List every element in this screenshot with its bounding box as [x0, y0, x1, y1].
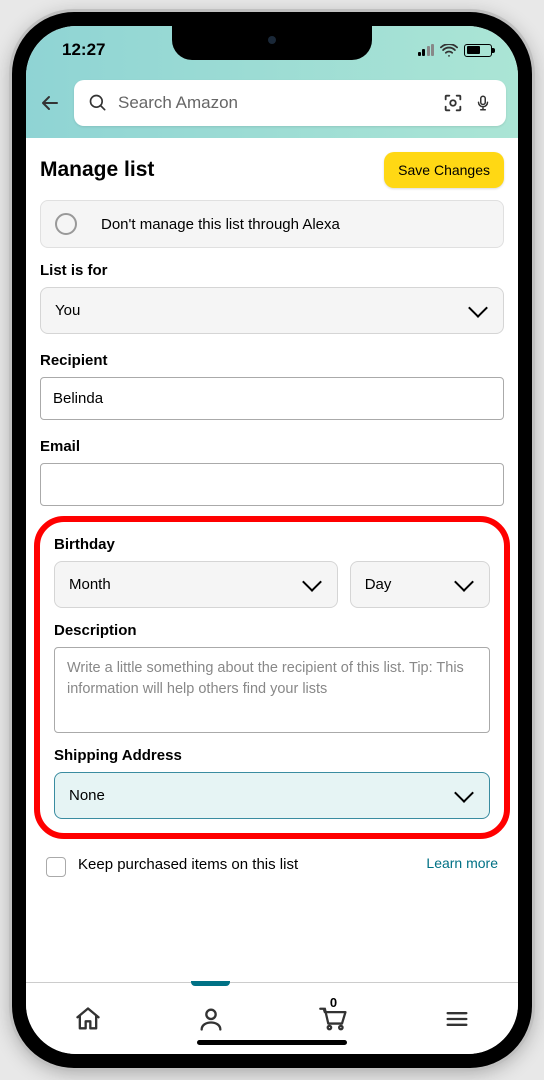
recipient-label: Recipient: [40, 352, 504, 369]
recipient-input[interactable]: [40, 377, 504, 420]
shipping-address-value: None: [69, 787, 105, 804]
birthday-day-value: Day: [365, 576, 392, 593]
back-icon[interactable]: [38, 91, 62, 115]
radio-unchecked-icon[interactable]: [55, 213, 77, 235]
battery-icon: [464, 44, 492, 57]
nav-menu[interactable]: [395, 983, 518, 1054]
screen: 12:27 Search Amazon Manage list Save Cha…: [26, 26, 518, 1054]
description-textarea[interactable]: Write a little something about the recip…: [54, 647, 490, 733]
list-for-value: You: [55, 302, 80, 319]
keep-purchased-row: Keep purchased items on this list Learn …: [26, 847, 518, 877]
user-icon: [197, 1005, 225, 1033]
alexa-option-label: Don't manage this list through Alexa: [101, 216, 340, 233]
hamburger-menu-icon: [443, 1005, 471, 1033]
status-indicators: [418, 44, 493, 57]
email-input[interactable]: [40, 463, 504, 506]
cart-count-badge: 0: [330, 995, 337, 1010]
list-for-select[interactable]: You: [40, 287, 504, 334]
description-label: Description: [54, 622, 490, 639]
home-indicator[interactable]: [197, 1040, 347, 1045]
birthday-month-select[interactable]: Month: [54, 561, 338, 608]
home-icon: [74, 1005, 102, 1033]
chevron-down-icon: [454, 572, 474, 592]
phone-frame: 12:27 Search Amazon Manage list Save Cha…: [12, 12, 532, 1068]
shipping-address-label: Shipping Address: [54, 747, 490, 764]
search-icon: [88, 93, 108, 113]
birthday-label: Birthday: [54, 536, 490, 553]
alexa-option-row[interactable]: Don't manage this list through Alexa: [40, 200, 504, 248]
birthday-month-value: Month: [69, 576, 111, 593]
birthday-day-select[interactable]: Day: [350, 561, 490, 608]
chevron-down-icon: [302, 572, 322, 592]
camera-scan-icon[interactable]: [442, 92, 464, 114]
shipping-address-select[interactable]: None: [54, 772, 490, 819]
search-input[interactable]: Search Amazon: [118, 93, 432, 113]
app-header: Search Amazon: [26, 74, 518, 138]
microphone-icon[interactable]: [474, 92, 492, 114]
list-for-label: List is for: [40, 262, 504, 279]
cellular-signal-icon: [418, 44, 435, 56]
wifi-icon: [440, 44, 458, 57]
highlighted-section: Birthday Month Day Description: [34, 516, 510, 839]
keep-purchased-label: Keep purchased items on this list: [78, 855, 298, 875]
keep-purchased-checkbox[interactable]: [46, 857, 66, 877]
email-label: Email: [40, 438, 504, 455]
status-time: 12:27: [62, 40, 105, 60]
main-content: Manage list Save Changes Don't manage th…: [26, 138, 518, 982]
chevron-down-icon: [468, 298, 488, 318]
learn-more-link[interactable]: Learn more: [426, 855, 498, 871]
chevron-down-icon: [454, 783, 474, 803]
page-title: Manage list: [40, 158, 154, 182]
search-bar[interactable]: Search Amazon: [74, 80, 506, 126]
nav-home[interactable]: [26, 983, 149, 1054]
notch: [172, 26, 372, 60]
save-changes-button[interactable]: Save Changes: [384, 152, 504, 188]
